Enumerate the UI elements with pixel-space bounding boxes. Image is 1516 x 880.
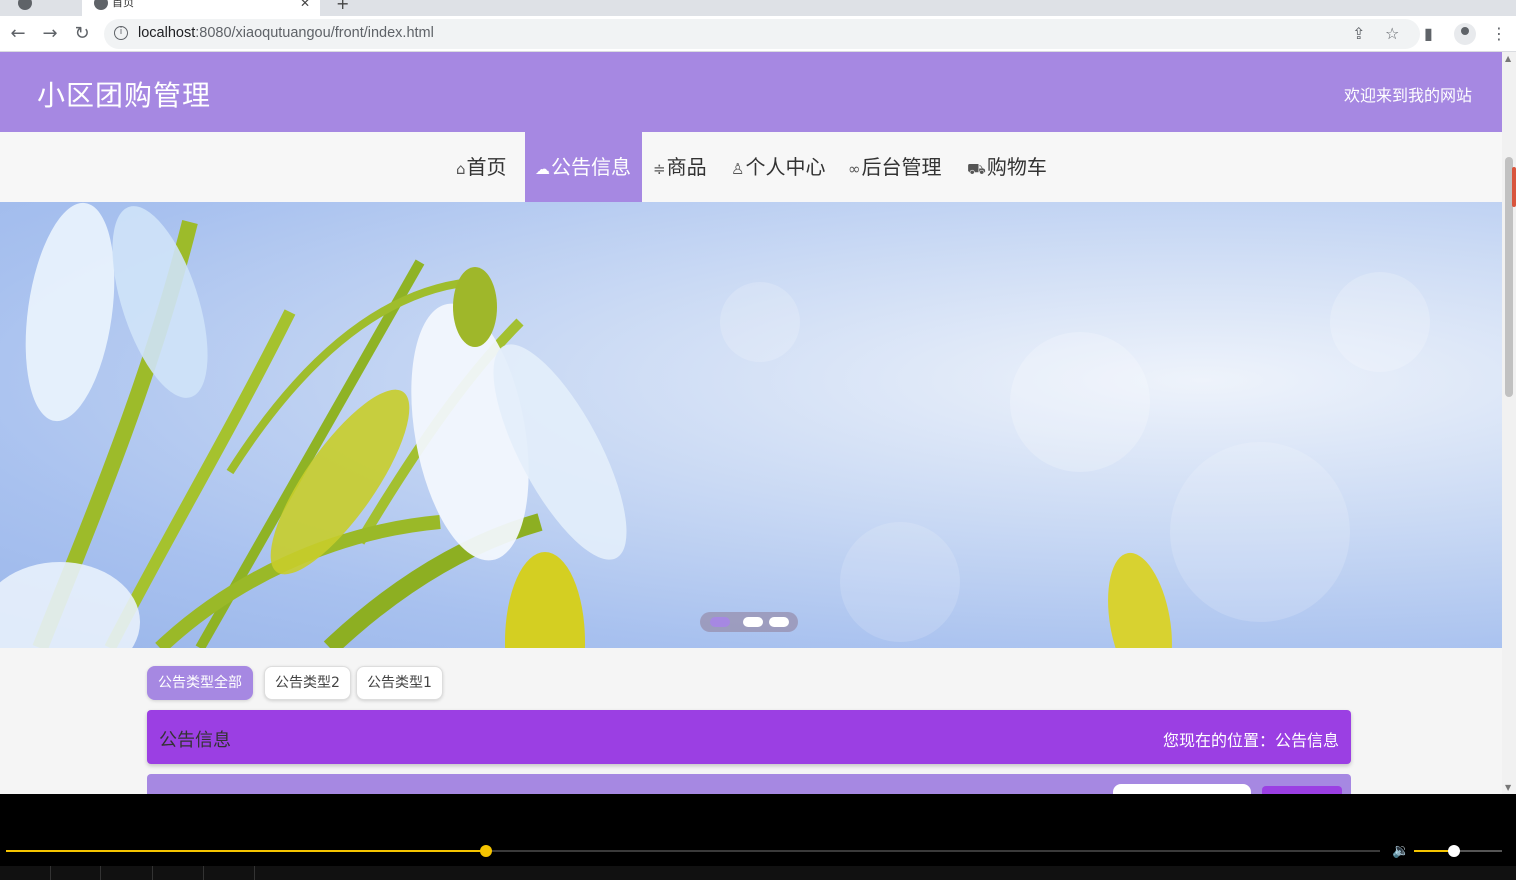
tab-favicon-icon	[94, 0, 108, 10]
divider	[254, 866, 255, 880]
nav-item-home[interactable]: ⌂首页	[446, 132, 517, 202]
url-path: :8080/xiaoqutuangou/front/index.html	[195, 25, 434, 41]
user-icon: ♙	[731, 160, 745, 178]
filter-type1-button[interactable]: 公告类型1	[356, 666, 443, 700]
banner-carousel[interactable]	[0, 202, 1502, 648]
carousel-dot[interactable]	[710, 617, 730, 627]
nav-item-label: 公告信息	[551, 155, 631, 179]
reload-icon[interactable]: ↻	[70, 22, 94, 46]
volume-track[interactable]	[1414, 845, 1502, 857]
site-welcome: 欢迎来到我的网站	[1343, 86, 1472, 105]
url-host: localhost	[138, 25, 196, 41]
nav-item-notice[interactable]: ☁公告信息	[525, 132, 642, 202]
nav-item-label: 个人中心	[745, 155, 826, 179]
nav-item-profile[interactable]: ♙个人中心	[721, 132, 835, 202]
forward-icon[interactable]: →	[38, 22, 62, 46]
divider	[100, 866, 101, 880]
search-input[interactable]	[1113, 784, 1251, 794]
scroll-up-icon[interactable]: ▲	[1505, 54, 1511, 63]
filter-all-button[interactable]: 公告类型全部	[147, 666, 253, 700]
progress-knob[interactable]	[479, 845, 492, 857]
site-header: 小区团购管理 欢迎来到我的网站	[0, 52, 1502, 132]
divider	[203, 866, 204, 880]
banner-image	[0, 202, 1430, 648]
nav-item-label: 商品	[666, 155, 707, 179]
cart-icon: ⛟	[967, 160, 986, 178]
nav-item-label: 首页	[466, 155, 507, 179]
back-icon[interactable]: ←	[6, 22, 30, 46]
new-tab-icon[interactable]: +	[336, 0, 349, 13]
section-title-bar: 公告信息 您现在的位置：公告信息	[147, 710, 1351, 764]
page-viewport: 小区团购管理 欢迎来到我的网站 ⌂首页 ☁公告信息 ≑商品 ♙个人中心 ∞后台管…	[0, 52, 1502, 794]
address-bar[interactable]: i localhost:8080/xiaoqutuangou/front/ind…	[104, 19, 1420, 49]
url-text[interactable]: localhost:8080/xiaoqutuangou/front/index…	[138, 25, 434, 41]
filter-type2-button[interactable]: 公告类型2	[264, 666, 351, 700]
progress-fill	[6, 850, 486, 852]
nav-item-goods[interactable]: ≑商品	[643, 132, 717, 202]
cloud-icon: ☁	[535, 160, 550, 178]
browser-menu-icon[interactable]	[18, 0, 32, 10]
profile-avatar-icon[interactable]	[1454, 23, 1476, 45]
search-bar	[147, 774, 1351, 794]
browser-tab-strip: 首页 ✕ +	[0, 0, 1516, 16]
search-button[interactable]	[1262, 786, 1342, 794]
scroll-down-icon[interactable]: ▼	[1505, 783, 1511, 792]
scroll-marker	[1512, 167, 1516, 207]
tab-close-icon[interactable]: ✕	[300, 0, 310, 10]
side-panel-icon[interactable]: ▮	[1424, 24, 1433, 43]
tab-title: 首页	[112, 0, 134, 9]
section-title: 公告信息	[159, 730, 231, 751]
browser-menu-kebab-icon[interactable]: ⋮	[1491, 24, 1507, 43]
main-nav: ⌂首页 ☁公告信息 ≑商品 ♙个人中心 ∞后台管理 ⛟购物车	[0, 132, 1502, 202]
nav-item-admin[interactable]: ∞后台管理	[838, 132, 952, 202]
player-bottom-strip	[0, 866, 1516, 880]
nav-item-label: 购物车	[986, 155, 1047, 179]
share-icon[interactable]: ⇪	[1352, 24, 1365, 43]
site-info-icon[interactable]: i	[114, 26, 128, 40]
video-player-bar: 🔉	[0, 794, 1516, 880]
progress-track[interactable]	[6, 845, 1380, 857]
nav-item-cart[interactable]: ⛟购物车	[957, 132, 1057, 202]
page-scrollbar[interactable]: ▲ ▼	[1502, 52, 1516, 794]
volume-icon[interactable]: 🔉	[1392, 843, 1409, 859]
carousel-dot[interactable]	[743, 617, 763, 627]
volume-knob[interactable]	[1447, 845, 1460, 857]
browser-toolbar: ← → ↻ i localhost:8080/xiaoqutuangou/fro…	[0, 16, 1516, 52]
home-icon: ⌂	[456, 160, 466, 178]
carousel-dot[interactable]	[769, 617, 789, 627]
site-title: 小区团购管理	[37, 79, 212, 112]
divider	[50, 866, 51, 880]
link-icon: ∞	[848, 160, 861, 178]
carousel-indicator	[700, 612, 798, 632]
breadcrumb: 您现在的位置：公告信息	[1162, 731, 1339, 750]
nav-item-label: 后台管理	[861, 155, 942, 179]
browser-tab[interactable]: 首页 ✕	[82, 0, 320, 16]
bookmark-star-icon[interactable]: ☆	[1385, 24, 1399, 43]
divider	[152, 866, 153, 880]
filter-icon: ≑	[653, 160, 666, 178]
